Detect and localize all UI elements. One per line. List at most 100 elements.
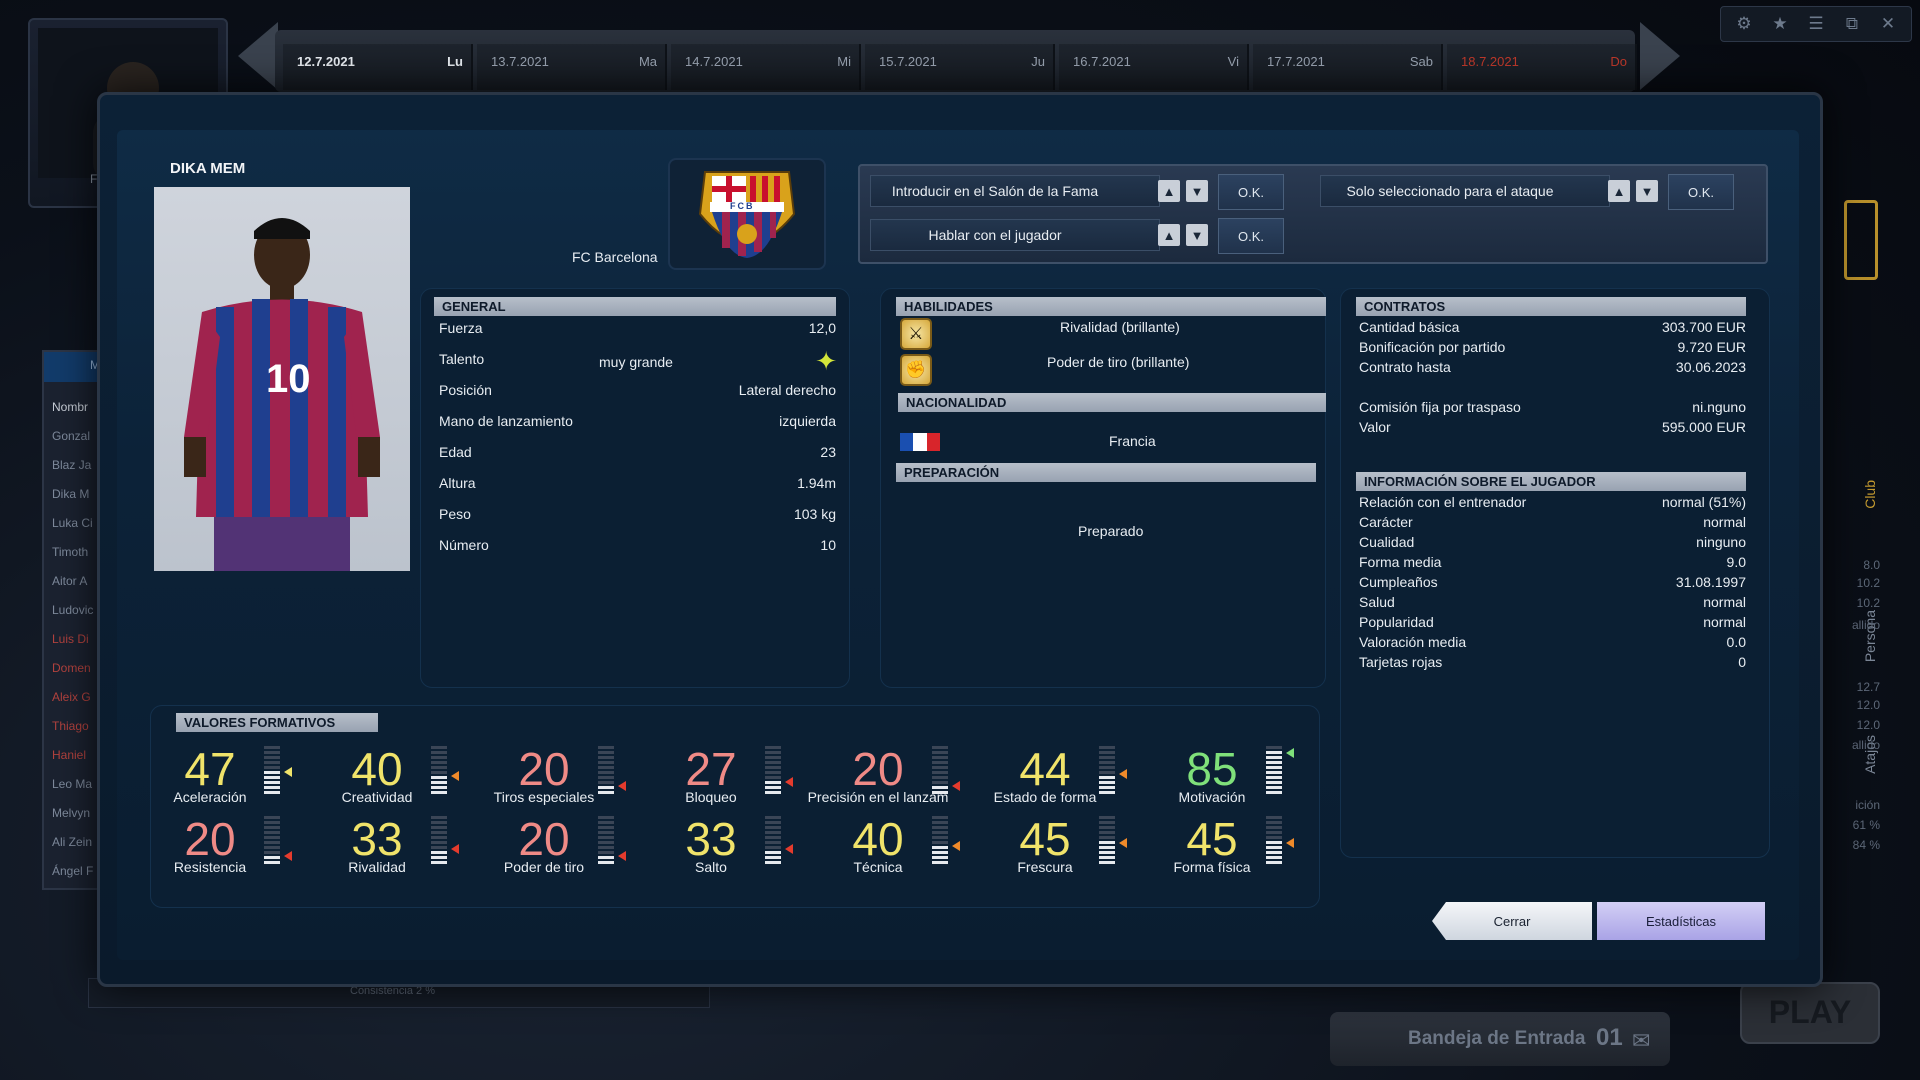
day-name: Vi (1227, 54, 1239, 69)
contract-row-value: 595.000 EUR (1661, 419, 1746, 435)
day-cell[interactable]: 12.7.2021 Lu (283, 44, 473, 90)
side-stat: 12.7 (1856, 680, 1880, 694)
info-row-value: 0 (1738, 654, 1746, 670)
list-item[interactable]: Blaz Ja (52, 458, 98, 482)
attribute-bar (765, 816, 781, 868)
player-photo: 10 (154, 187, 410, 571)
list-item[interactable]: Melvyn (52, 806, 98, 830)
club-crest: FCB (668, 158, 826, 270)
day-cell[interactable]: 15.7.2021 Ju (865, 44, 1055, 90)
talk-option[interactable]: Hablar con el jugador (870, 219, 1160, 251)
next-week-arrow[interactable] (1640, 22, 1680, 90)
list-item[interactable]: Dika M (52, 487, 98, 511)
attack-only-down-button[interactable]: ▼ (1636, 180, 1658, 202)
general-row-value: 1.94m (797, 475, 836, 491)
talk-label: Hablar con el jugador (928, 227, 1062, 243)
attribute-bar (264, 816, 280, 868)
list-item[interactable]: Gonzal (52, 429, 98, 453)
attack-only-ok-button[interactable]: O.K. (1668, 174, 1734, 210)
attribute-value: 20 (518, 743, 570, 795)
attribute-trend-arrow (785, 844, 793, 854)
attribute-value: 40 (852, 813, 904, 865)
attribute-bar (1266, 746, 1282, 798)
rivalry-icon: ⚔ (900, 318, 932, 350)
hall-of-fame-down-button[interactable]: ▼ (1186, 180, 1208, 202)
tab-club[interactable]: Club (1862, 480, 1896, 509)
talk-down-button[interactable]: ▼ (1186, 224, 1208, 246)
skill-shot-power: Poder de tiro (brillante) (1047, 354, 1190, 370)
attack-only-option[interactable]: Solo seleccionado para el ataque (1320, 175, 1610, 207)
info-row-label: Tarjetas rojas (1359, 654, 1443, 670)
day-cell[interactable]: 17.7.2021 Sab (1253, 44, 1443, 90)
list-item[interactable]: Luka Ci (52, 516, 98, 540)
attribute-value: 20 (184, 813, 236, 865)
attribute-bar (932, 746, 948, 798)
info-row-value: normal (1703, 614, 1746, 630)
star-icon[interactable]: ★ (1767, 11, 1793, 37)
contracts-header: CONTRATOS (1356, 297, 1746, 316)
general-row-value: izquierda (779, 413, 836, 429)
list-item[interactable]: Domen (52, 661, 98, 685)
attribute-trend-arrow (1119, 838, 1127, 848)
contract-row-value: 30.06.2023 (1675, 359, 1746, 375)
statistics-button-label: Estadísticas (1645, 913, 1717, 929)
attribute-bar (1266, 816, 1282, 868)
hall-of-fame-option[interactable]: Introducir en el Salón de la Fama (870, 175, 1160, 207)
nationality-value: Francia (1109, 433, 1156, 449)
statistics-button[interactable]: Estadísticas (1597, 902, 1765, 940)
list-item[interactable]: Ludovic (52, 603, 98, 627)
list-item[interactable]: Aleix G (52, 690, 98, 714)
attribute-value: 20 (518, 813, 570, 865)
close-button[interactable]: Cerrar (1432, 902, 1592, 940)
info-row-label: Forma media (1359, 554, 1442, 570)
day-cell[interactable]: 16.7.2021 Vi (1059, 44, 1249, 90)
talk-ok-button[interactable]: O.K. (1218, 218, 1284, 254)
side-stat: allido (1851, 738, 1880, 752)
play-button[interactable]: PLAY (1740, 982, 1880, 1044)
hall-of-fame-up-button[interactable]: ▲ (1158, 180, 1180, 202)
list-item[interactable]: Nombr (52, 400, 98, 424)
training-values-header: VALORES FORMATIVOS (176, 713, 378, 732)
general-header: GENERAL (434, 297, 836, 316)
general-row-value: 10 (820, 537, 836, 553)
general-row-label: Talento (439, 351, 485, 367)
list-icon[interactable]: ☰ (1803, 11, 1829, 37)
attribute-trend-arrow (618, 851, 626, 861)
attribute-trend-arrow (785, 777, 793, 787)
contract-row-value: 303.700 EUR (1661, 319, 1746, 335)
hall-of-fame-label: Introducir en el Salón de la Fama (891, 183, 1099, 199)
window-icon[interactable]: ⧉ (1839, 11, 1865, 37)
day-cell[interactable]: 18.7.2021 Do (1447, 44, 1637, 90)
gear-icon[interactable]: ⚙ (1731, 11, 1757, 37)
attribute-value: 33 (685, 813, 737, 865)
day-name: Mi (837, 54, 851, 69)
list-item[interactable]: Ángel F (52, 864, 98, 888)
hall-of-fame-ok-button[interactable]: O.K. (1218, 174, 1284, 210)
general-row-label: Fuerza (439, 320, 483, 336)
side-stat: 84 % (1852, 838, 1880, 852)
top-toolbar: ⚙ ★ ☰ ⧉ ✕ (1720, 6, 1912, 42)
list-item[interactable]: Ali Zein (52, 835, 98, 859)
list-item[interactable]: Thiago (52, 719, 98, 743)
list-item[interactable]: Luis Di (52, 632, 98, 656)
attribute-trend-arrow (1286, 838, 1294, 848)
day-cell[interactable]: 14.7.2021 Mi (671, 44, 861, 90)
list-item[interactable]: Leo Ma (52, 777, 98, 801)
list-item[interactable]: Haniel (52, 748, 98, 772)
close-button-label: Cerrar (1493, 913, 1531, 929)
list-item[interactable]: Timoth (52, 545, 98, 569)
attribute-trend-arrow (284, 767, 292, 777)
close-icon[interactable]: ✕ (1875, 11, 1901, 37)
contract-row-label: Cantidad básica (1359, 319, 1460, 335)
prev-week-arrow[interactable] (238, 22, 278, 90)
attack-only-label: Solo seleccionado para el ataque (1346, 183, 1554, 199)
day-cell[interactable]: 13.7.2021 Ma (477, 44, 667, 90)
player-name: DIKA MEM (170, 160, 246, 177)
general-row-mid: muy grande (599, 354, 673, 370)
day-name: Sab (1409, 54, 1433, 69)
list-item[interactable]: Aitor A (52, 574, 98, 598)
attribute-value: 27 (685, 743, 737, 795)
skills-panel (880, 288, 1326, 688)
talk-up-button[interactable]: ▲ (1158, 224, 1180, 246)
attack-only-up-button[interactable]: ▲ (1608, 180, 1630, 202)
